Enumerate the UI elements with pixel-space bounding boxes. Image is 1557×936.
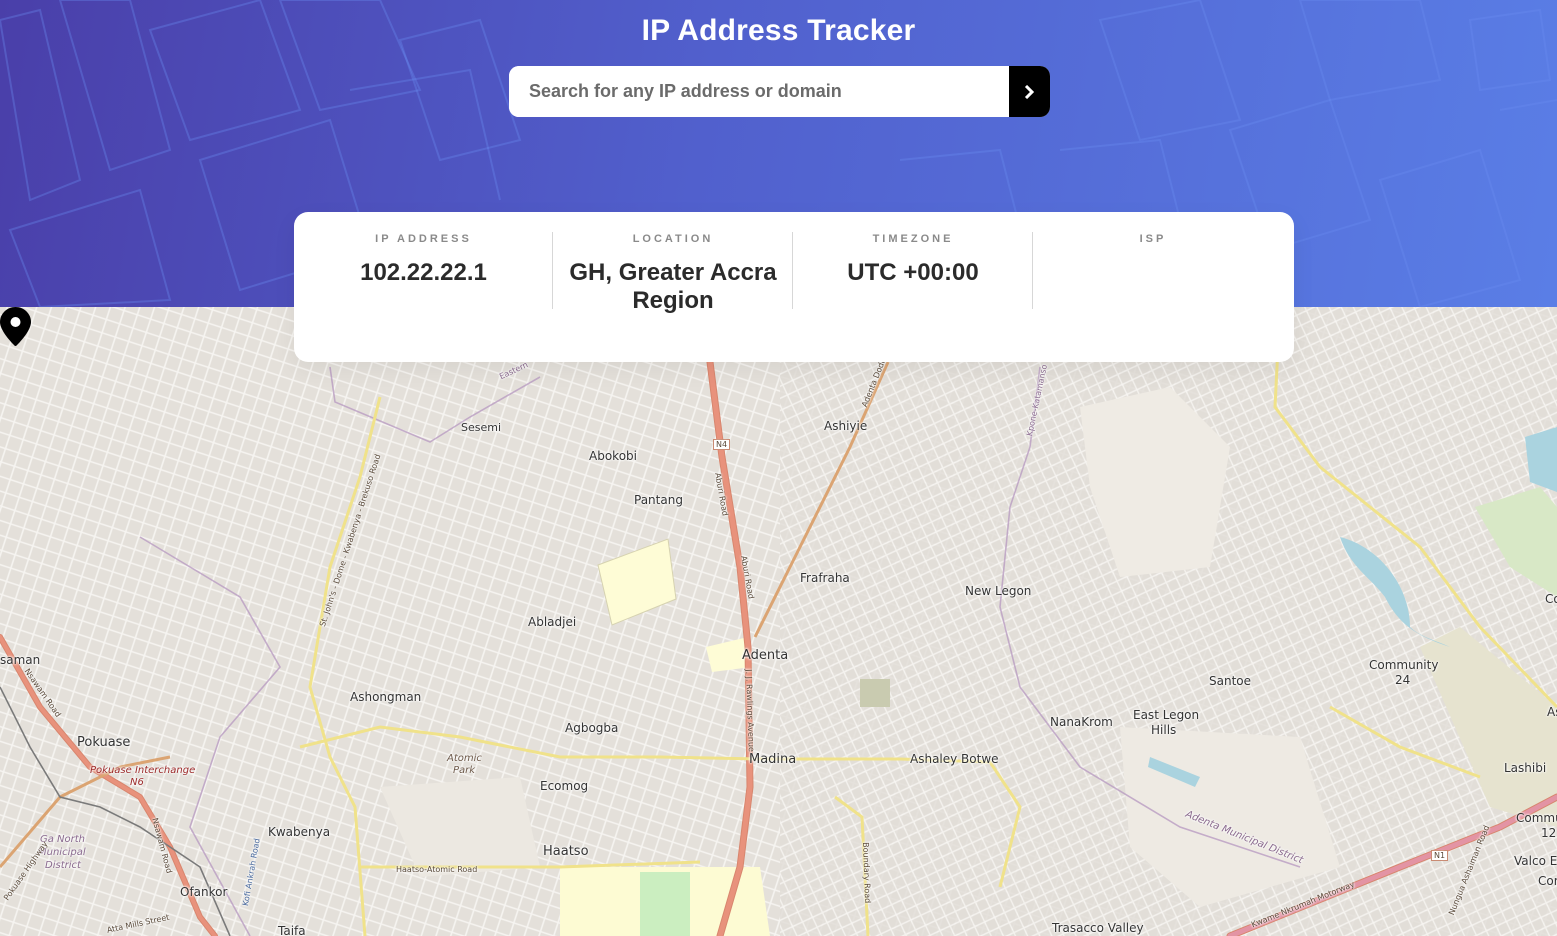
map-label: Sesemi — [461, 421, 502, 434]
map-label: 12 — [1541, 826, 1557, 840]
map-label: Valco E — [1514, 854, 1557, 868]
timezone-section: TIMEZONE UTC +00:00 — [793, 212, 1033, 362]
map-label: Ashaley Botwe — [910, 752, 999, 766]
map-label: New Legon — [965, 584, 1032, 598]
map-label: Co — [1545, 592, 1557, 606]
map-label: Lashibi — [1504, 761, 1547, 775]
search-submit-button[interactable] — [1009, 66, 1050, 117]
map-view[interactable]: Sesemi Ashiyie Abokobi Pantang Frafraha … — [0, 307, 1557, 936]
map-label: Pokuase — [77, 735, 131, 750]
map-label: saman — [0, 653, 41, 667]
location-pin-icon[interactable] — [0, 307, 31, 346]
map-label: As — [1547, 705, 1557, 719]
location-section: LOCATION GH, Greater Accra Region — [553, 212, 793, 362]
search-input[interactable] — [509, 66, 1009, 117]
map-label: Santoe — [1209, 674, 1252, 688]
map-label: Ofankor — [180, 885, 228, 899]
map-label: Haatso — [543, 844, 589, 859]
map-label: Abladjei — [528, 615, 577, 629]
location-label: LOCATION — [632, 233, 714, 245]
map-label: Cor — [1538, 874, 1557, 888]
map-label: NanaKrom — [1050, 715, 1113, 729]
ip-address-value: 102.22.22.1 — [360, 259, 487, 286]
map-label: Ecomog — [540, 779, 589, 793]
isp-section: ISP — [1033, 212, 1273, 362]
map-label: Haatso-Atomic Road — [396, 865, 478, 874]
timezone-label: TIMEZONE — [872, 233, 954, 245]
timezone-value: UTC +00:00 — [847, 259, 979, 286]
page-title: IP Address Tracker — [641, 14, 916, 47]
map-label: Frafraha — [800, 571, 850, 585]
map-label: Agbogba — [565, 721, 619, 735]
map-label: Atomic — [447, 753, 482, 764]
map-label: Adenta — [742, 648, 789, 663]
ip-address-label: IP ADDRESS — [375, 233, 472, 245]
chevron-right-icon — [1024, 84, 1035, 99]
map-label: Ashongman — [350, 690, 422, 704]
map-label: Kwabenya — [268, 825, 331, 839]
map-label: Hills — [1151, 723, 1177, 737]
map-label: Park — [453, 765, 476, 776]
map-label: Trasacco Valley — [1052, 921, 1144, 935]
isp-label: ISP — [1139, 233, 1167, 245]
map-label: Pokuase Interchange — [90, 765, 196, 776]
ip-info-card: IP ADDRESS 102.22.22.1 LOCATION GH, Grea… — [294, 212, 1294, 362]
map-label: Madina — [749, 752, 797, 767]
map-label: 24 — [1395, 673, 1411, 687]
map-label: N6 — [130, 777, 144, 788]
map-label: East Legon — [1133, 708, 1200, 722]
map-label: Pantang — [634, 493, 683, 507]
ip-address-section: IP ADDRESS 102.22.22.1 — [294, 212, 553, 362]
map-label: N1 — [1431, 850, 1449, 861]
map-tiles — [0, 307, 1557, 936]
map-label: N4 — [713, 439, 731, 450]
map-label: District — [45, 860, 81, 871]
map-label: Abokobi — [589, 449, 637, 463]
search-bar — [509, 66, 1050, 117]
map-label: Commu — [1516, 811, 1557, 825]
map-label: Ashiyie — [824, 419, 868, 433]
location-value: GH, Greater Accra Region — [569, 259, 777, 314]
map-label: Community — [1369, 658, 1439, 672]
map-label: Taifa — [278, 924, 306, 936]
